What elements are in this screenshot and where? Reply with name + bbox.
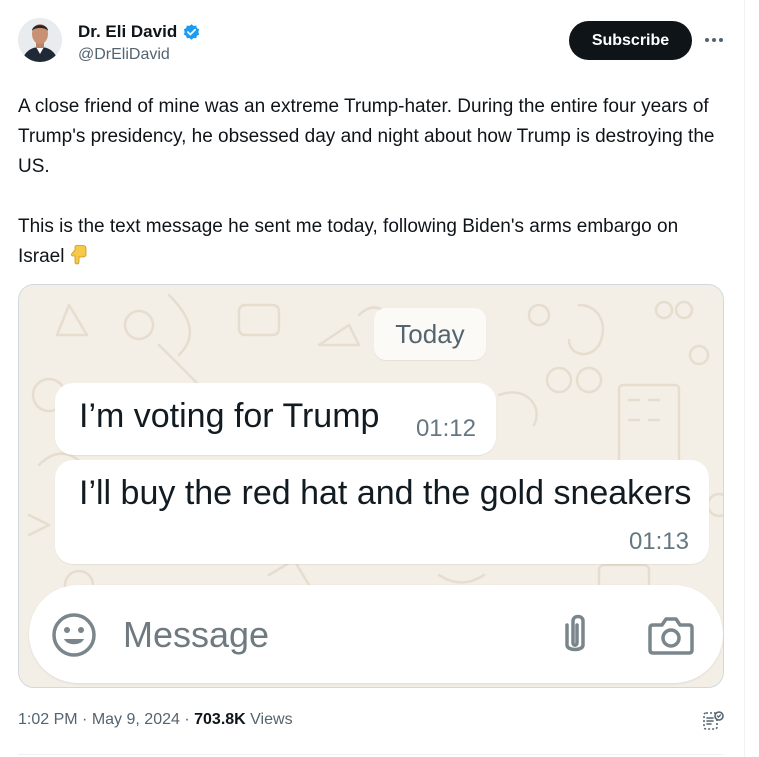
tweet-text: A close friend of mine was an extreme Tr… — [18, 92, 728, 272]
date-chip: Today — [374, 308, 486, 360]
analytics-icon[interactable] — [701, 709, 725, 733]
subscribe-button[interactable]: Subscribe — [569, 21, 692, 60]
message-time: 01:12 — [415, 415, 476, 442]
camera-icon[interactable] — [647, 613, 695, 657]
views-label: Views — [250, 711, 293, 728]
message-text: I’m voting for Trump — [79, 397, 380, 435]
author-name[interactable]: Dr. Eli David — [78, 22, 177, 42]
tweet-time[interactable]: 1:02 PM — [18, 711, 78, 728]
author-block: Dr. Eli David @DrEliDavid — [78, 22, 201, 64]
tweet-date[interactable]: May 9, 2024 — [92, 711, 180, 728]
views-count: 703.8K — [194, 711, 246, 728]
timeline-divider — [744, 0, 745, 757]
message-input[interactable]: Message — [123, 614, 269, 656]
avatar[interactable] — [18, 18, 62, 62]
meta-separator: · — [184, 711, 190, 728]
message-screenshot[interactable]: Today I’m voting for Trump 01:12 I’ll bu… — [18, 284, 724, 688]
compose-bar[interactable]: Message — [29, 585, 723, 683]
author-handle[interactable]: @DrEliDavid — [78, 46, 201, 64]
verified-badge-icon — [182, 23, 201, 42]
message-time: 01:13 — [628, 528, 689, 555]
paperclip-icon[interactable] — [557, 611, 593, 659]
more-horizontal-icon[interactable] — [702, 28, 726, 52]
emoji-icon[interactable] — [51, 612, 97, 658]
tweet-paragraph: A close friend of mine was an extreme Tr… — [18, 96, 715, 177]
meta-separator: · — [82, 711, 88, 728]
tweet-paragraph: This is the text message he sent me toda… — [18, 212, 728, 272]
bottom-divider — [18, 754, 724, 755]
tweet-paragraph-text: This is the text message he sent me toda… — [18, 216, 679, 267]
tweet-header: Dr. Eli David @DrEliDavid Subscribe — [18, 18, 724, 74]
message-bubble[interactable]: I’m voting for Trump 01:12 — [55, 383, 496, 455]
pointing-down-emoji-icon — [68, 244, 90, 266]
message-bubble[interactable]: I’ll buy the red hat and the gold sneake… — [55, 460, 709, 564]
tweet-meta: 1:02 PM · May 9, 2024 · 703.8K Views — [18, 711, 293, 729]
message-text: I’ll buy the red hat and the gold sneake… — [79, 474, 692, 512]
